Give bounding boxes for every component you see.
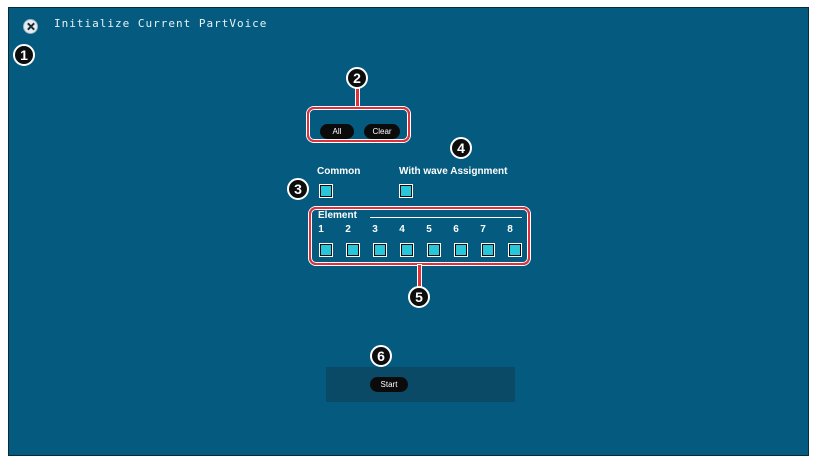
with-wave-assignment-checkbox[interactable] xyxy=(400,185,412,197)
start-button[interactable]: Start xyxy=(370,377,408,392)
title-bar: Initialize Current PartVoice xyxy=(9,8,808,38)
element-checkbox-4[interactable] xyxy=(401,244,413,256)
element-number-2: 2 xyxy=(345,224,351,235)
callout-3: 3 xyxy=(287,178,309,200)
element-number-3: 3 xyxy=(372,224,378,235)
callout-6: 6 xyxy=(370,345,392,367)
element-checkbox-3[interactable] xyxy=(374,244,386,256)
element-checkbox-8[interactable] xyxy=(509,244,521,256)
common-label: Common xyxy=(317,166,361,177)
element-number-5: 5 xyxy=(426,224,432,235)
element-divider xyxy=(370,217,522,218)
element-number-4: 4 xyxy=(399,224,405,235)
element-number-7: 7 xyxy=(480,224,486,235)
callout-4: 4 xyxy=(450,137,472,159)
element-label: Element xyxy=(318,210,357,221)
callout-1: 1 xyxy=(13,44,35,66)
window-title: Initialize Current PartVoice xyxy=(54,17,268,30)
common-checkbox[interactable] xyxy=(320,185,332,197)
initialize-window: Initialize Current PartVoice 1 2 All Cle… xyxy=(8,7,809,456)
callout-2: 2 xyxy=(346,67,368,89)
callout-connector xyxy=(356,89,359,108)
element-number-6: 6 xyxy=(453,224,459,235)
element-checkbox-5[interactable] xyxy=(428,244,440,256)
clear-button[interactable]: Clear xyxy=(364,124,400,139)
element-checkbox-6[interactable] xyxy=(455,244,467,256)
element-number-8: 8 xyxy=(507,224,513,235)
close-icon[interactable] xyxy=(23,19,38,34)
all-button[interactable]: All xyxy=(320,124,354,139)
start-panel xyxy=(326,367,515,402)
callout-5: 5 xyxy=(408,286,430,308)
element-checkbox-7[interactable] xyxy=(482,244,494,256)
element-number-1: 1 xyxy=(318,224,324,235)
with-wave-assignment-label: With wave Assignment xyxy=(399,166,508,177)
callout-connector xyxy=(418,265,421,286)
element-checkbox-2[interactable] xyxy=(347,244,359,256)
element-checkbox-1[interactable] xyxy=(320,244,332,256)
